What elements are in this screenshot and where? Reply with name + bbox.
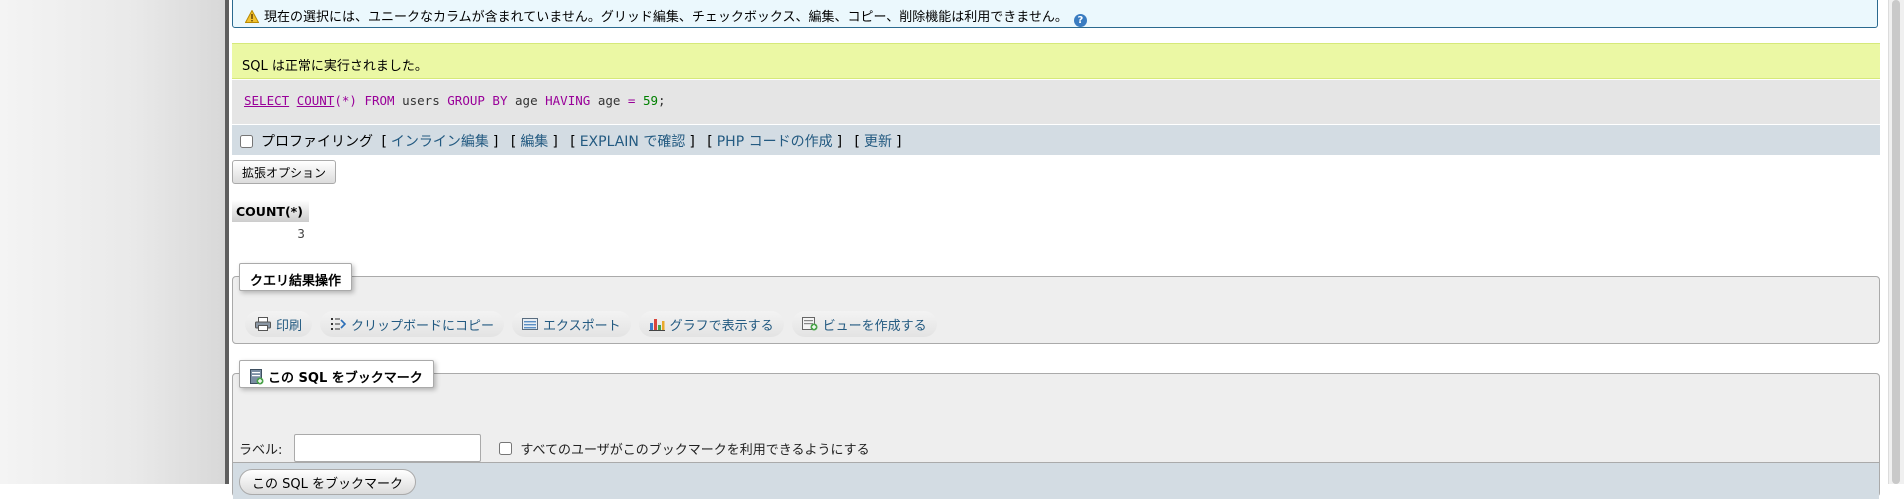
bookmark-sql-legend: この SQL をブックマーク xyxy=(239,360,434,388)
scrollbar-thumb[interactable] xyxy=(1892,0,1900,484)
create-view-label: ビューを作成する xyxy=(822,318,927,334)
sql-semicolon: ; xyxy=(658,93,666,108)
bookmark-form-row: ラベル: すべてのユーザがこのブックマークを利用できるようにする xyxy=(239,434,870,462)
bracket-open: [ xyxy=(707,134,713,150)
page-scrollbar[interactable] xyxy=(1888,0,1904,484)
display-chart-link[interactable]: グラフで表示する xyxy=(638,311,784,337)
explain-link[interactable]: EXPLAIN で確認 xyxy=(580,134,686,150)
copy-to-clipboard-link[interactable]: クリップボードにコピー xyxy=(320,311,505,337)
create-php-code-link[interactable]: PHP コードの作成 xyxy=(717,134,833,150)
sql-keyword-from: FROM xyxy=(364,93,395,108)
copy-icon xyxy=(331,318,347,330)
extended-options-button[interactable]: 拡張オプション xyxy=(232,160,337,184)
bookmark-label-input[interactable] xyxy=(294,434,482,462)
bookmark-icon xyxy=(250,369,264,385)
result-table: COUNT(*) 3 xyxy=(232,200,309,243)
bookmark-label-caption: ラベル: xyxy=(239,442,283,458)
bracket-close: ] xyxy=(689,134,695,150)
sql-function-count[interactable]: COUNT xyxy=(297,93,335,108)
success-message: SQL は正常に実行されました。 xyxy=(232,43,1880,79)
bracket-close: ] xyxy=(836,134,843,150)
bookmark-legend-text: この SQL をブックマーク xyxy=(268,371,423,386)
bracket-close: ] xyxy=(492,134,499,150)
table-cell-count: 3 xyxy=(297,226,305,241)
bookmark-submit-button[interactable]: この SQL をブックマーク xyxy=(239,469,416,495)
sql-paren-open: ( xyxy=(334,93,342,108)
sql-table-name: users xyxy=(402,93,440,108)
query-operations-links: 印刷 クリップボードにコピー エクスポート グラフで表示する ビューを作成する xyxy=(245,311,937,337)
notice-text: 現在の選択には、ユニークなカラムが含まれていません。グリッド編集、チェックボック… xyxy=(264,10,1068,25)
sql-column-having: age xyxy=(597,93,621,108)
view-icon xyxy=(801,317,818,331)
create-view-link[interactable]: ビューを作成する xyxy=(791,311,937,337)
help-icon[interactable]: ? xyxy=(1073,14,1087,27)
main-content: 現在の選択には、ユニークなカラムが含まれていません。グリッド編集、チェックボック… xyxy=(232,0,1880,499)
bookmark-sql-panel: この SQL をブックマーク ラベル: すべてのユーザがこのブックマークを利用で… xyxy=(232,360,1880,499)
bracket-open: [ xyxy=(381,134,387,150)
sql-number: 59 xyxy=(642,93,659,108)
sql-paren-close: ) xyxy=(349,93,357,108)
table-header-row: COUNT(*) xyxy=(232,200,309,222)
print-label: 印刷 xyxy=(276,318,303,334)
profiling-checkbox[interactable] xyxy=(240,135,253,148)
copy-label: クリップボードにコピー xyxy=(351,318,495,334)
sql-keyword-group-by: GROUP BY xyxy=(447,93,508,108)
print-icon xyxy=(255,317,271,331)
inline-edit-link[interactable]: インライン編集 xyxy=(391,134,489,150)
bracket-open: [ xyxy=(570,134,576,150)
query-results-operations-legend: クエリ結果操作 xyxy=(239,263,353,291)
navigation-panel xyxy=(0,0,225,484)
export-link[interactable]: エクスポート xyxy=(512,311,631,337)
sql-column-group: age xyxy=(515,93,538,108)
print-link[interactable]: 印刷 xyxy=(245,311,313,337)
chart-label: グラフで表示する xyxy=(669,318,774,334)
unique-column-notice: 現在の選択には、ユニークなカラムが含まれていません。グリッド編集、チェックボック… xyxy=(232,0,1878,28)
edit-link[interactable]: 編集 xyxy=(520,134,548,150)
chart-icon xyxy=(648,319,665,331)
profiling-label: プロファイリング xyxy=(261,134,373,150)
share-bookmark-label: すべてのユーザがこのブックマークを利用できるようにする xyxy=(520,442,870,458)
query-results-operations-panel: クエリ結果操作 印刷 クリップボードにコピー エクスポート グラフで表示する ビ… xyxy=(232,263,1880,344)
sql-query-display: SELECT COUNT(*) FROM users GROUP BY age … xyxy=(232,80,1880,124)
table-row: 3 xyxy=(232,222,309,243)
sql-keyword-having: HAVING xyxy=(545,93,591,108)
sql-operator: = xyxy=(627,93,636,108)
column-header-count[interactable]: COUNT(*) xyxy=(232,200,309,222)
bracket-open: [ xyxy=(510,134,517,150)
bracket-close: ] xyxy=(552,134,558,150)
query-tools-bar: プロファイリング [インライン編集] [編集] [EXPLAIN で確認] [P… xyxy=(232,125,1880,155)
bracket-close: ] xyxy=(896,134,902,150)
bookmark-footer: この SQL をブックマーク xyxy=(233,462,1879,499)
export-icon xyxy=(522,318,539,330)
export-label: エクスポート xyxy=(543,318,621,334)
share-bookmark-checkbox[interactable] xyxy=(499,441,513,455)
navigation-resizer[interactable] xyxy=(225,0,229,484)
refresh-link[interactable]: 更新 xyxy=(864,134,892,150)
bracket-open: [ xyxy=(854,134,860,150)
warning-icon xyxy=(245,10,259,23)
sql-keyword-select[interactable]: SELECT xyxy=(244,93,289,108)
